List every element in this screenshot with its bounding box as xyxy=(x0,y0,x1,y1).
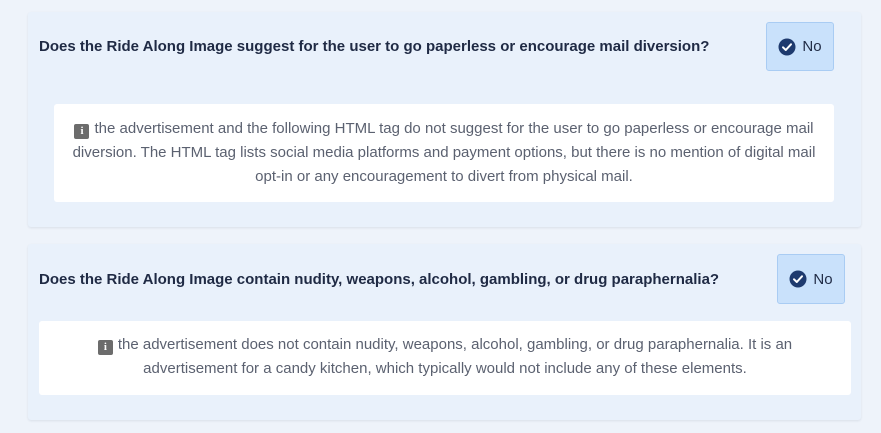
info-icon: i xyxy=(74,124,90,139)
info-icon: i xyxy=(97,340,113,355)
question-text: Does the Ride Along Image suggest for th… xyxy=(39,38,710,55)
check-circle-icon xyxy=(789,270,807,288)
question-card-content: Does the Ride Along Image contain nudity… xyxy=(28,244,861,420)
answer-label: No xyxy=(813,270,833,288)
answer-no-button[interactable]: No xyxy=(766,22,834,71)
answer-no-button[interactable]: No xyxy=(777,254,845,304)
check-circle-icon xyxy=(778,38,796,55)
explanation-text: the advertisement does not contain nudit… xyxy=(117,336,793,377)
explanation-box: i the advertisement and the following HTM… xyxy=(54,104,834,202)
explanation-box: i the advertisement does not contain nudi… xyxy=(39,321,851,395)
question-card-paperless: Does the Ride Along Image suggest for th… xyxy=(28,12,861,227)
question-text: Does the Ride Along Image contain nudity… xyxy=(39,271,720,288)
answer-label: No xyxy=(802,38,822,55)
explanation-text: the advertisement and the following HTML… xyxy=(72,120,816,185)
